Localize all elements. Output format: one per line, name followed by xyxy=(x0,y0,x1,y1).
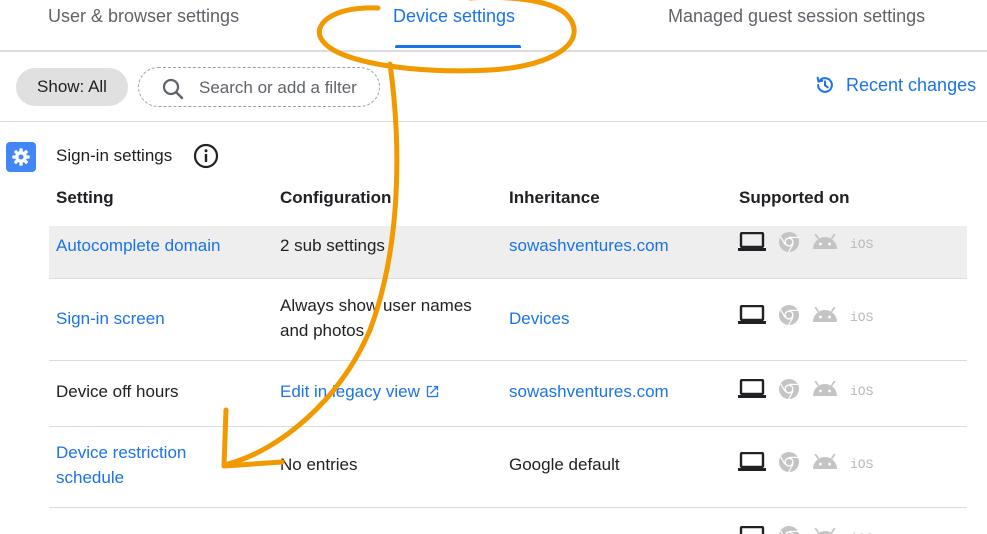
configuration-value: 2 sub settings xyxy=(280,236,385,255)
setting-name-link[interactable]: Device restriction schedule xyxy=(56,440,186,490)
active-tab-indicator xyxy=(395,45,521,48)
section-title: Sign-in settings xyxy=(56,146,173,165)
show-all-chip[interactable]: Show: All xyxy=(16,68,128,106)
chrome-icon xyxy=(778,525,800,534)
table-row[interactable]: iOS xyxy=(49,508,967,534)
info-icon[interactable] xyxy=(193,143,219,169)
supported-platforms: iOS xyxy=(738,231,885,258)
configuration-line: and photos xyxy=(280,321,365,340)
android-icon xyxy=(812,380,838,402)
chrome-icon xyxy=(778,231,800,258)
setting-name-line: Device restriction xyxy=(56,443,187,462)
laptop-icon xyxy=(738,231,766,257)
header-configuration: Configuration xyxy=(280,188,392,207)
inheritance-link[interactable]: sowashventures.com xyxy=(509,233,669,258)
edit-legacy-view-link[interactable]: Edit in legacy view xyxy=(280,379,440,404)
laptop-icon xyxy=(738,525,766,534)
table-row[interactable]: Device off hours Edit in legacy view sow… xyxy=(49,361,967,427)
search-icon xyxy=(162,78,184,100)
chrome-icon xyxy=(778,451,800,478)
recent-changes-label: Recent changes xyxy=(846,74,977,95)
filter-bar: Show: All Recent changes xyxy=(0,52,987,122)
ios-icon: iOS xyxy=(850,237,874,252)
android-icon xyxy=(812,233,838,255)
laptop-icon xyxy=(738,378,766,404)
search-input[interactable] xyxy=(199,76,369,100)
supported-platforms: iOS xyxy=(738,525,885,534)
supported-platforms: iOS xyxy=(738,378,885,405)
gear-icon xyxy=(12,148,30,166)
chrome-icon xyxy=(778,378,800,405)
android-icon xyxy=(812,527,838,534)
table-row[interactable]: Autocomplete domain 2 sub settings sowas… xyxy=(49,226,967,279)
supported-platforms: iOS xyxy=(738,451,885,478)
inheritance-link[interactable]: sowashventures.com xyxy=(509,379,669,404)
tab-user-browser-settings[interactable]: User & browser settings xyxy=(48,6,239,27)
tab-device-settings[interactable]: Device settings xyxy=(393,6,515,27)
configuration-value: No entries xyxy=(280,455,358,474)
recent-changes-link[interactable]: Recent changes xyxy=(814,74,976,96)
laptop-icon xyxy=(738,451,766,477)
ios-icon: iOS xyxy=(850,457,874,472)
supported-platforms: iOS xyxy=(738,304,885,331)
setting-name-link[interactable]: Autocomplete domain xyxy=(56,233,220,258)
setting-name-link[interactable]: Sign-in screen xyxy=(56,306,165,331)
chrome-icon xyxy=(778,304,800,331)
tab-bar: User & browser settings Device settings … xyxy=(0,0,987,52)
inheritance-value: Google default xyxy=(509,455,620,474)
table-row[interactable]: Sign-in screen Always show user names an… xyxy=(49,279,967,361)
open-in-new-icon xyxy=(426,385,438,398)
configuration-line: Always show user names xyxy=(280,296,472,315)
tab-managed-guest-session-settings[interactable]: Managed guest session settings xyxy=(668,6,925,27)
edit-legacy-view-label: Edit in legacy view xyxy=(280,382,420,401)
ios-icon: iOS xyxy=(850,384,874,399)
section-icon xyxy=(6,142,36,172)
android-icon xyxy=(812,306,838,328)
setting-name-line: schedule xyxy=(56,468,125,487)
inheritance-link[interactable]: Devices xyxy=(509,306,569,331)
table-row[interactable]: Device restriction schedule No entries G… xyxy=(49,427,967,508)
android-icon xyxy=(812,453,838,475)
search-filter-box[interactable] xyxy=(138,67,380,107)
ios-icon: iOS xyxy=(850,310,874,325)
setting-name: Device off hours xyxy=(56,382,179,401)
header-supported-on: Supported on xyxy=(739,188,850,207)
header-setting: Setting xyxy=(56,188,114,207)
header-inheritance: Inheritance xyxy=(509,188,600,207)
history-icon xyxy=(816,76,833,93)
configuration-value: Always show user names and photos xyxy=(280,293,472,343)
laptop-icon xyxy=(738,304,766,330)
